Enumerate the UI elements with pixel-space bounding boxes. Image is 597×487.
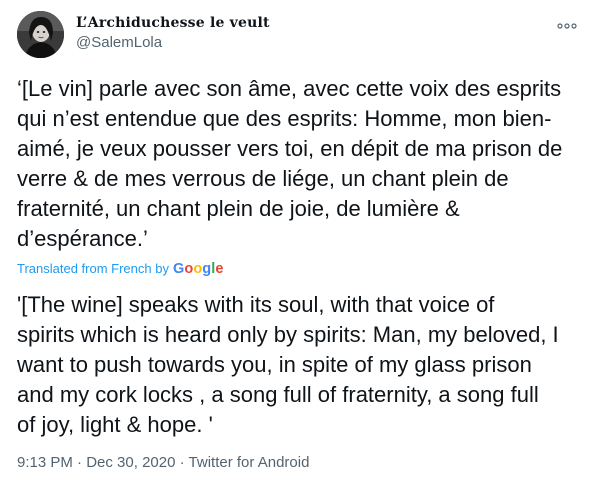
meta-separator: · — [77, 454, 83, 471]
google-logo-letter: o — [184, 261, 194, 277]
tweet-meta: 9:13 PM · Dec 30, 2020 · Twitter for And… — [17, 453, 309, 473]
avatar-photo — [17, 11, 64, 58]
translation-attribution[interactable]: Translated from French by Google — [17, 260, 224, 278]
more-horizontal-icon — [557, 23, 577, 29]
tweet-header: L’Archiduchesse le veult @SalemLola — [17, 10, 580, 62]
google-logo-letter: o — [193, 261, 203, 277]
tweet-time[interactable]: 9:13 PM — [17, 454, 73, 471]
tweet-date[interactable]: Dec 30, 2020 — [86, 454, 175, 471]
meta-separator: · — [179, 454, 185, 471]
tweet-card: L’Archiduchesse le veult @SalemLola ‘[Le… — [0, 0, 597, 487]
user-handle[interactable]: @SalemLola — [76, 33, 270, 53]
google-logo-letter: e — [215, 261, 224, 277]
tweet-translated-text: '[The wine] speaks with its soul, with t… — [17, 292, 559, 437]
google-logo: Google — [173, 260, 224, 278]
google-logo-letter: g — [202, 261, 212, 277]
display-name[interactable]: L’Archiduchesse le veult — [76, 13, 270, 33]
tweet-body: ‘[Le vin] parle avec son âme, avec cette… — [17, 74, 587, 254]
tweet-source[interactable]: Twitter for Android — [189, 454, 310, 471]
translated-label: Translated from French by — [17, 261, 169, 276]
user-names: L’Archiduchesse le veult @SalemLola — [76, 13, 270, 53]
more-options-button[interactable] — [556, 18, 578, 29]
avatar[interactable] — [17, 11, 64, 58]
tweet-original-text: ‘[Le vin] parle avec son âme, avec cette… — [17, 76, 563, 251]
google-logo-letter: G — [172, 261, 185, 277]
